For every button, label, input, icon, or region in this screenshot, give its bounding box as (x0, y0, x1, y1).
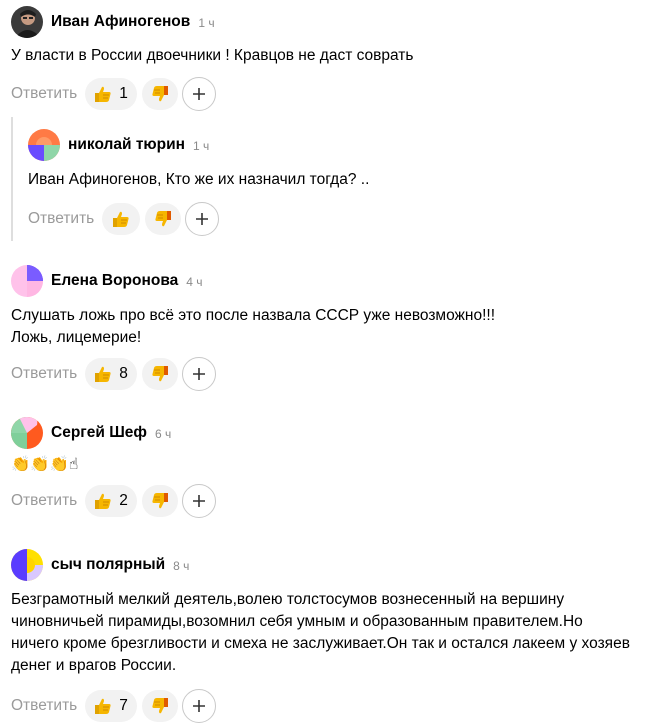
avatar[interactable] (11, 265, 43, 297)
dislike-button[interactable] (141, 78, 178, 110)
plus-icon (192, 700, 205, 712)
comment-time: 1 ч (193, 139, 210, 153)
comment-text: Безграмотный мелкий деятель,волею толсто… (11, 591, 630, 674)
thumbs-up-icon (113, 211, 129, 227)
comment: Сергей Шеф 6 ч 👏👏👏☝ Ответить 2 (11, 417, 648, 518)
comment: Иван Афиногенов 1 ч У власти в России дв… (11, 6, 648, 111)
like-button[interactable]: 7 (85, 690, 137, 722)
comment-text: Слушать ложь про всё это после назвала С… (11, 307, 496, 346)
avatar-generated (11, 549, 43, 581)
thumbs-up-icon (95, 698, 111, 714)
comment-header: Сергей Шеф 6 ч (11, 417, 648, 449)
avatar[interactable] (11, 549, 43, 581)
more-button[interactable] (185, 202, 220, 236)
comment-actions: Ответить 1 (11, 77, 648, 111)
thumbs-up-icon (95, 366, 111, 382)
comment-actions: Ответить 8 (11, 357, 648, 391)
plus-icon (192, 88, 205, 100)
reply-button[interactable]: Ответить (11, 365, 77, 383)
comment-text: У власти в России двоечники ! Кравцов не… (11, 47, 414, 64)
comment-header: Елена Воронова 4 ч (11, 265, 648, 297)
like-count: 7 (119, 697, 128, 714)
plus-icon (192, 368, 205, 380)
comment-actions: Ответить (28, 202, 648, 236)
author-name[interactable]: Сергей Шеф (51, 424, 147, 442)
reply-button[interactable]: Ответить (11, 492, 77, 510)
comment-time: 1 ч (198, 16, 215, 30)
comment-header: николай тюрин 1 ч (28, 129, 648, 161)
like-button[interactable] (102, 203, 141, 235)
more-button[interactable] (181, 689, 216, 723)
avatar-generated (28, 129, 60, 161)
author-name[interactable]: николай тюрин (68, 136, 185, 154)
author-name[interactable]: Елена Воронова (51, 272, 178, 290)
reply-comment: николай тюрин 1 ч Иван Афиногенов, Кто ж… (28, 129, 648, 236)
reply-button[interactable]: Ответить (28, 210, 94, 228)
thumbs-down-icon (152, 366, 168, 382)
comment-text: Иван Афиногенов, Кто же их назначил тогд… (28, 171, 370, 188)
comment-time: 6 ч (154, 427, 172, 441)
plus-icon (192, 495, 205, 507)
more-button[interactable] (181, 357, 216, 391)
avatar[interactable] (28, 129, 60, 161)
dislike-button[interactable] (145, 203, 182, 235)
thumbs-down-icon (152, 698, 168, 714)
thumbs-down-icon (155, 211, 172, 227)
comment-header: сыч полярный 8 ч (11, 549, 648, 581)
comment-actions: Ответить 7 (11, 689, 648, 723)
like-button[interactable]: 1 (85, 78, 137, 110)
comment-header: Иван Афиногенов 1 ч (11, 6, 648, 38)
thread-line (11, 117, 13, 241)
comment-actions: Ответить 2 (11, 484, 648, 518)
avatar[interactable] (11, 6, 43, 38)
like-count: 1 (119, 85, 128, 102)
comment-text: 👏👏👏☝ (11, 456, 79, 473)
avatar-generated (11, 265, 43, 297)
thumbs-down-icon (152, 86, 168, 102)
more-button[interactable] (181, 77, 216, 111)
thumbs-up-icon (95, 493, 111, 509)
avatar[interactable] (11, 417, 43, 449)
avatar-photo (11, 6, 43, 38)
dislike-button[interactable] (141, 690, 178, 722)
like-count: 8 (119, 365, 128, 382)
more-button[interactable] (181, 484, 216, 518)
like-button[interactable]: 2 (85, 485, 137, 517)
thumbs-up-icon (95, 86, 111, 102)
comment: сыч полярный 8 ч Безграмотный мелкий дея… (11, 549, 648, 723)
comment: Елена Воронова 4 ч Слушать ложь про всё … (11, 265, 648, 391)
dislike-button[interactable] (141, 485, 178, 517)
author-name[interactable]: Иван Афиногенов (51, 13, 190, 31)
avatar-generated (11, 417, 43, 449)
comment-time: 8 ч (173, 559, 190, 573)
dislike-button[interactable] (141, 358, 178, 390)
thumbs-down-icon (152, 493, 168, 509)
plus-icon (196, 213, 209, 225)
author-name[interactable]: сыч полярный (51, 556, 165, 574)
comment-time: 4 ч (186, 275, 203, 289)
like-button[interactable]: 8 (85, 358, 137, 390)
reply-button[interactable]: Ответить (11, 85, 77, 103)
like-count: 2 (119, 492, 128, 509)
reply-button[interactable]: Ответить (11, 697, 77, 715)
